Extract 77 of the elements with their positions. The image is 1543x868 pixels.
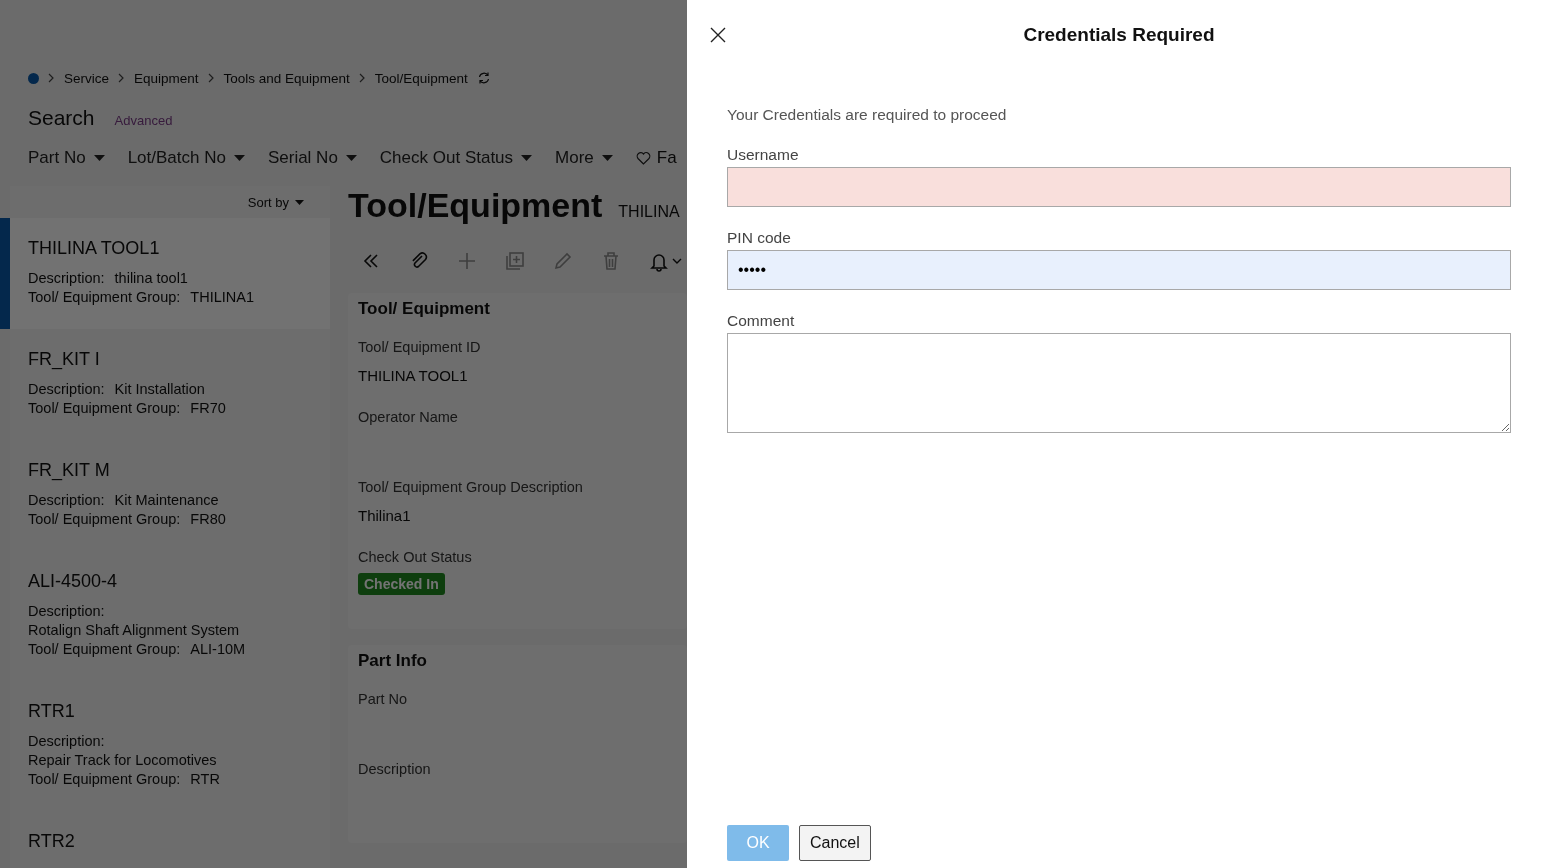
filter-dropdown[interactable]: Serial No [267,148,338,168]
field-label: Description: [28,602,105,621]
field-value: thilina tool1 [114,269,188,288]
breadcrumb-link[interactable]: Equipment [134,70,199,86]
list-item[interactable]: THILINA TOOL1 Description: thilina tool1 Tool/ Equipment Group: THILINA1 [0,218,330,329]
field-value: RTR [190,770,220,789]
sort-dropdown[interactable]: Sort by [247,194,289,210]
filter-dropdown[interactable]: Check Out Status [379,148,514,168]
caret-icon[interactable] [345,155,357,161]
chevron-icon [118,73,125,83]
field-label: Tool/ Equipment Group: [28,770,181,789]
input-field[interactable]: ••••• [727,250,1511,290]
field-label: Tool/ Equipment Group: [28,510,181,529]
field-label: PIN code [727,229,792,247]
item-title: THILINA TOOL1 [28,238,161,259]
field-label: Description: [28,269,105,288]
field-value: Rotalign Shaft Alignment System [28,621,240,640]
caret-icon[interactable] [601,155,613,161]
caret-icon[interactable] [233,155,245,161]
field-label: Tool/ Equipment ID [358,339,482,355]
filter-dropdown[interactable]: More [555,148,594,168]
page-subtitle: THILINA [618,203,680,221]
field-label: Description [358,761,432,777]
favorites-button[interactable]: Fa [656,148,677,168]
item-title: RTR1 [28,701,76,722]
field-label: Description: [28,491,105,510]
comment-field[interactable] [727,333,1511,433]
field-value: Thilina1 [358,507,411,524]
card-title: Tool/ Equipment [358,299,491,319]
breadcrumb-link[interactable]: Service [64,70,109,86]
advanced-link[interactable]: Advanced [114,113,173,128]
field-label: Part No [358,691,409,707]
field-value: FR70 [190,399,226,418]
field-value: Kit Maintenance [114,491,219,510]
page-title: Tool/Equipment [348,186,603,225]
field-label: Operator Name [358,409,459,425]
chevron-icon [358,73,366,83]
refresh-icon[interactable] [476,71,491,85]
field-label: Username [727,146,800,164]
breadcrumb-link[interactable]: Tool/Equipment [374,70,468,86]
field-label: Description: [28,380,105,399]
breadcrumb-link[interactable]: Tools and Equipment [223,70,350,86]
field-value: ALI-10M [190,640,246,659]
item-title: ALI-4500-4 [28,571,119,592]
item-title: FR_KIT I [28,349,101,370]
caret-icon[interactable] [295,199,304,205]
field-label: Tool/ Equipment Group Description [358,479,584,495]
card-title: Part Info [358,651,428,671]
field-value: FR80 [190,510,226,529]
caret-icon[interactable] [521,155,533,161]
item-title: FR_KIT M [28,460,111,481]
dialog-message: Your Credentials are required to proceed [727,106,1008,124]
field-label: Tool/ Equipment Group: [28,288,181,307]
cancel-button[interactable]: Cancel [799,825,871,861]
item-title: RTR2 [28,831,76,852]
caret-icon[interactable] [672,257,682,265]
field-value: THILINA1 [190,288,254,307]
field-label: Comment [727,312,796,330]
field-value: Repair Track for Locomotives [28,751,217,770]
status-badge: Checked In [358,573,445,595]
search-title: Search [28,106,95,130]
filter-dropdown[interactable]: Lot/Batch No [127,148,226,168]
chevron-icon [48,73,55,83]
field-value: Kit Installation [114,380,205,399]
field-label: Tool/ Equipment Group: [28,399,181,418]
field-label: Description: [28,732,105,751]
chevron-icon [207,73,215,83]
field-label: Check Out Status [358,549,473,565]
close-icon[interactable] [709,26,727,44]
input-field[interactable] [727,167,1511,207]
caret-icon[interactable] [93,155,105,161]
field-value: THILINA TOOL1 [358,367,468,384]
home-icon[interactable] [28,72,39,84]
heart-icon[interactable] [635,151,651,165]
dialog-title: Credentials Required [1022,24,1216,46]
field-label: Tool/ Equipment Group: [28,640,181,659]
filter-dropdown[interactable]: Part No [28,148,86,168]
